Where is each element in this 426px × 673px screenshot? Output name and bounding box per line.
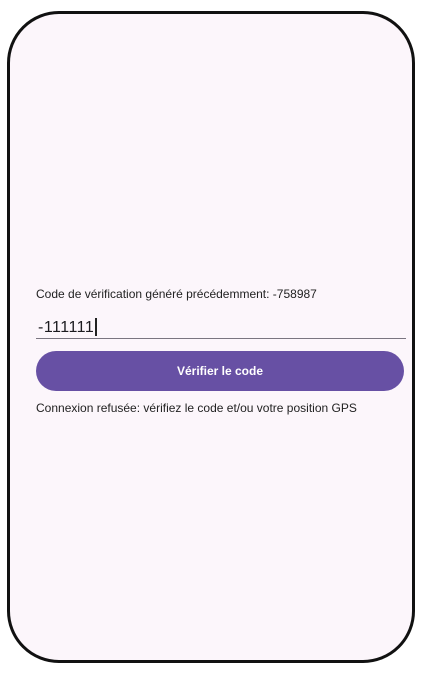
verification-form: Code de vérification généré précédemment…: [36, 286, 406, 415]
code-input-value[interactable]: -111111: [38, 318, 94, 338]
error-message: Connexion refusée: vérifiez le code et/o…: [36, 401, 357, 415]
text-cursor: [95, 318, 97, 336]
verify-code-button[interactable]: Vérifier le code: [36, 351, 404, 391]
code-input-field[interactable]: -111111: [36, 313, 406, 339]
phone-frame: Code de vérification généré précédemment…: [7, 11, 415, 663]
previous-code-label: Code de vérification généré précédemment…: [36, 287, 317, 301]
